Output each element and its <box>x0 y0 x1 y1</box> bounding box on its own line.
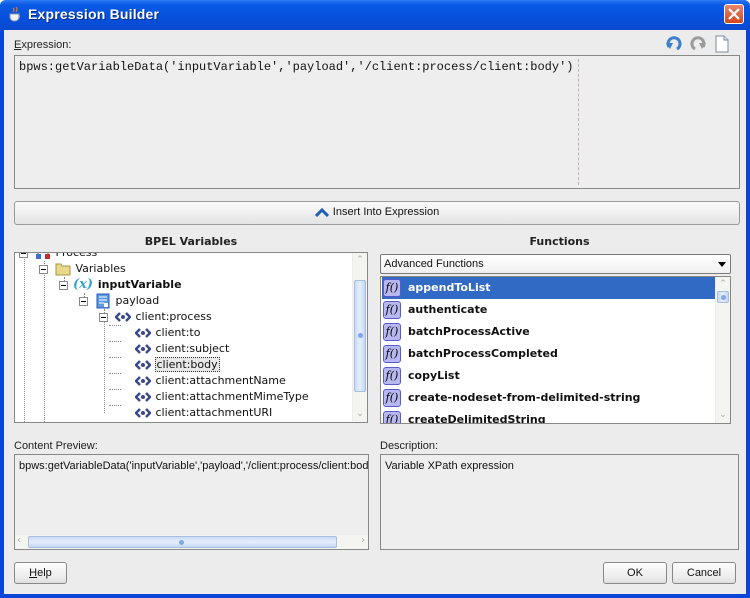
element-icon <box>135 360 151 370</box>
description-area: Variable XPath expression <box>380 454 739 550</box>
tree-guide-line <box>24 253 25 422</box>
tree-node-process[interactable]: Process <box>35 253 98 261</box>
insert-into-expression-button[interactable]: Insert Into Expression <box>14 201 740 225</box>
window-title: Expression Builder <box>28 6 160 22</box>
process-icon <box>36 253 50 259</box>
bpel-variables-tree[interactable]: Process Variables (x) inputVariable payl… <box>14 252 368 423</box>
function-item[interactable]: f() batchProcessCompleted <box>382 343 715 365</box>
content-preview-label: Content Preview: <box>14 440 98 452</box>
content-preview-area[interactable]: bpws:getVariableData('inputVariable','pa… <box>14 454 369 550</box>
tree-node-variables[interactable]: Variables <box>55 261 127 277</box>
title-bar[interactable]: Expression Builder <box>0 0 750 30</box>
dialog-body: Expression: bpws:getVariableData('inputV… <box>4 30 746 594</box>
tree-guide-line <box>109 357 121 358</box>
tree-node-client-body[interactable]: client:body <box>135 357 220 373</box>
help-button[interactable]: Help <box>14 562 67 584</box>
scroll-left-arrow[interactable]: ‹ <box>17 535 21 546</box>
function-icon: f() <box>383 411 401 423</box>
function-item[interactable]: f() batchProcessActive <box>382 321 715 343</box>
function-icon: f() <box>383 389 401 407</box>
java-cup-icon <box>9 6 21 22</box>
chevron-up-icon <box>314 207 329 218</box>
variable-icon: (x) <box>73 277 94 292</box>
tree-guide-line <box>109 405 121 406</box>
cancel-button[interactable]: Cancel <box>672 562 736 584</box>
function-item[interactable]: f() createDelimitedString <box>382 409 715 423</box>
tree-guide-line <box>109 373 121 374</box>
tree-guide-line <box>109 325 121 326</box>
expression-label: Expression: <box>14 39 72 51</box>
element-icon <box>135 376 151 386</box>
tree-node-client-process[interactable]: client:process <box>115 309 213 325</box>
tree-vertical-scrollbar[interactable]: ⌃ ⌄ <box>352 253 367 422</box>
description-text: Variable XPath expression <box>385 460 514 472</box>
folder-icon <box>55 263 71 276</box>
right-margin-guide <box>578 59 579 185</box>
redo-icon[interactable] <box>689 35 707 53</box>
collapse-toggle[interactable] <box>59 281 68 290</box>
close-button[interactable] <box>724 4 744 24</box>
scroll-thumb[interactable] <box>717 291 729 303</box>
message-part-icon <box>96 293 110 309</box>
tree-node-inputvariable[interactable]: (x) inputVariable <box>73 277 183 293</box>
function-icon: f() <box>383 345 401 363</box>
function-item[interactable]: f() appendToList <box>382 277 715 299</box>
preview-horizontal-scrollbar[interactable]: ‹ › <box>15 535 368 549</box>
element-icon <box>135 408 151 418</box>
scroll-down-arrow[interactable]: ⌄ <box>716 408 730 423</box>
description-label: Description: <box>380 440 439 452</box>
new-document-icon[interactable] <box>713 35 731 53</box>
close-icon <box>728 8 740 20</box>
collapse-toggle[interactable] <box>99 313 108 322</box>
tree-node-payload[interactable]: payload <box>95 293 160 309</box>
function-item[interactable]: f() create-nodeset-from-delimited-string <box>382 387 715 409</box>
tree-node-client-attachmentmimetype[interactable]: client:attachmentMimeType <box>135 389 310 405</box>
functions-heading: Functions <box>529 235 590 248</box>
function-icon: f() <box>383 323 401 341</box>
expression-text[interactable]: bpws:getVariableData('inputVariable','pa… <box>19 60 574 74</box>
tree-node-client-to[interactable]: client:to <box>135 325 201 341</box>
scroll-down-arrow[interactable]: ⌄ <box>353 407 367 422</box>
tree-guide-line <box>44 261 45 422</box>
scroll-up-arrow[interactable]: ⌃ <box>716 277 730 292</box>
collapse-toggle[interactable] <box>19 253 28 258</box>
element-icon <box>115 312 131 322</box>
function-icon: f() <box>383 279 401 297</box>
function-icon: f() <box>383 367 401 385</box>
expression-editor[interactable]: bpws:getVariableData('inputVariable','pa… <box>14 55 740 189</box>
expression-builder-window: Expression Builder Expression: bpws:getV… <box>0 0 750 598</box>
tree-guide-line <box>104 309 105 413</box>
insert-into-expression-label: Insert Into Expression <box>332 206 440 218</box>
collapse-toggle[interactable] <box>79 297 88 306</box>
bpel-variables-heading: BPEL Variables <box>144 235 238 248</box>
function-item[interactable]: f() authenticate <box>382 299 715 321</box>
chevron-down-icon <box>718 262 726 267</box>
functions-list[interactable]: f() appendToList f() authenticate f() ba… <box>380 276 731 424</box>
tree-guide-line <box>109 389 121 390</box>
content-preview-text: bpws:getVariableData('inputVariable','pa… <box>19 460 369 472</box>
collapse-toggle[interactable] <box>39 265 48 274</box>
scroll-thumb[interactable] <box>354 280 366 392</box>
element-icon <box>135 344 151 354</box>
tree-node-client-attachmenturi[interactable]: client:attachmentURI <box>135 405 273 421</box>
element-icon <box>135 328 151 338</box>
functions-vertical-scrollbar[interactable]: ⌃ ⌄ <box>715 277 730 423</box>
scroll-right-arrow[interactable]: › <box>361 535 365 546</box>
tree-node-client-attachmentname[interactable]: client:attachmentName <box>135 373 287 389</box>
scroll-up-arrow[interactable]: ⌃ <box>353 253 367 268</box>
scroll-thumb[interactable] <box>28 536 337 548</box>
function-item[interactable]: f() copyList <box>382 365 715 387</box>
tree-node-client-subject[interactable]: client:subject <box>135 341 230 357</box>
tree-guide-line <box>109 341 121 342</box>
ok-button[interactable]: OK <box>603 562 667 584</box>
function-icon: f() <box>383 301 401 319</box>
element-icon <box>135 392 151 402</box>
function-category-select[interactable]: Advanced Functions <box>380 254 731 274</box>
undo-icon[interactable] <box>665 35 683 53</box>
